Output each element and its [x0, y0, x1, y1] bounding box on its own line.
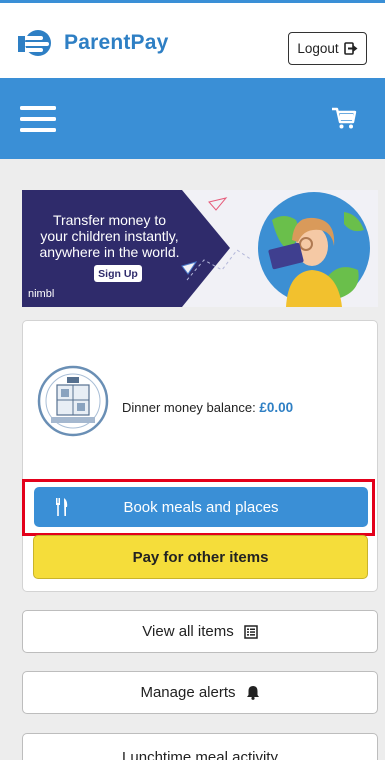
logout-icon [343, 42, 358, 55]
school-crest-icon [37, 365, 109, 437]
view-all-items-button[interactable]: View all items [22, 610, 378, 653]
banner-signup-button[interactable]: Sign Up [94, 265, 142, 282]
manage-alerts-label: Manage alerts [140, 684, 236, 701]
bell-icon [246, 686, 259, 700]
pay-other-items-label: Pay for other items [132, 548, 269, 566]
promo-banner[interactable]: Transfer money to your children instantl… [22, 190, 378, 307]
brand-name: ParentPay [64, 31, 169, 54]
fork-knife-icon [56, 498, 68, 516]
lunchtime-activity-button[interactable]: Lunchtime meal activity [22, 733, 378, 760]
pay-other-items-button[interactable]: Pay for other items [33, 535, 368, 579]
hamburger-menu-icon[interactable] [20, 105, 56, 133]
book-meals-button[interactable]: Book meals and places [34, 487, 368, 527]
list-icon [243, 624, 258, 639]
book-meals-label: Book meals and places [123, 498, 279, 516]
banner-line-2: your children instantly, [40, 228, 179, 244]
logout-button[interactable]: Logout [288, 32, 367, 65]
site-header: ParentPay Logout [0, 3, 385, 78]
manage-alerts-button[interactable]: Manage alerts [22, 671, 378, 714]
dinner-balance: Dinner money balance: £0.00 [122, 400, 293, 415]
view-all-items-label: View all items [142, 623, 234, 640]
brand-logo[interactable]: ParentPay [18, 27, 169, 59]
banner-message: Transfer money to your children instantl… [22, 212, 197, 260]
balance-label: Dinner money balance: [122, 400, 256, 415]
banner-line-3: anywhere in the world. [39, 244, 180, 260]
shopping-cart-icon[interactable] [331, 105, 357, 131]
lunchtime-activity-label: Lunchtime meal activity [122, 749, 278, 760]
main-navbar [0, 78, 385, 159]
parentpay-logo-icon [18, 30, 51, 56]
balance-amount: £0.00 [259, 400, 294, 415]
logout-label: Logout [297, 41, 339, 56]
banner-line-1: Transfer money to [52, 212, 167, 228]
nimbl-logo: nimbl [28, 288, 55, 300]
